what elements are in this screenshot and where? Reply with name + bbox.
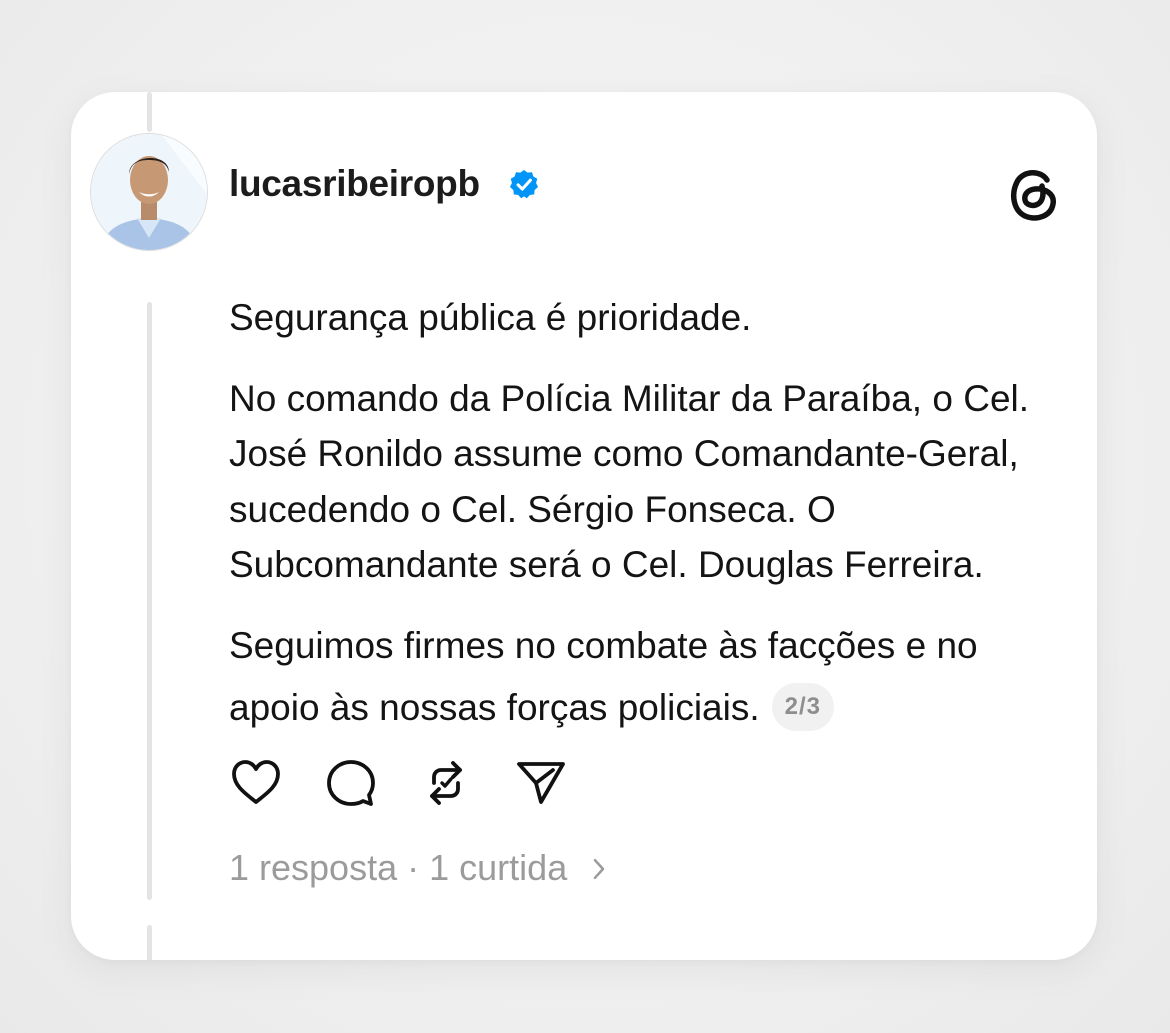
reply-count: 1 resposta — [229, 847, 398, 888]
share-button[interactable] — [514, 756, 568, 810]
username[interactable]: lucasribeiropb — [229, 162, 480, 206]
repost-button[interactable] — [419, 756, 473, 810]
post-stats-link[interactable]: 1 resposta · 1 curtida — [229, 846, 607, 892]
post-text: Segurança pública é prioridade. No coman… — [229, 290, 1079, 743]
comment-icon — [327, 760, 375, 806]
thread-post-card: lucasribeiropb Segurança pública é prior… — [71, 92, 1097, 960]
post-paragraph-line: apoio às nossas forças policiais. 2/3 — [229, 673, 1079, 743]
threads-logo-icon[interactable] — [1007, 164, 1061, 222]
thread-connector-top — [147, 92, 152, 132]
post-paragraph: Seguimos firmes no combate às facções e … — [229, 618, 1079, 744]
thread-connector-bottom — [147, 925, 152, 960]
post-paragraph-line: Seguimos firmes no combate às facções e … — [229, 624, 978, 666]
thread-page-indicator: 2/3 — [771, 683, 834, 732]
post-paragraph: Segurança pública é prioridade. — [229, 297, 752, 338]
send-icon — [517, 762, 565, 804]
avatar[interactable] — [91, 134, 207, 250]
avatar-image — [91, 134, 207, 250]
repost-icon — [430, 761, 462, 805]
stats-separator: · — [407, 847, 420, 888]
post-paragraph-line-text: apoio às nossas forças policiais. — [229, 687, 760, 728]
post-paragraph: No comando da Polícia Militar da Paraíba… — [229, 377, 1030, 586]
like-count: 1 curtida — [429, 847, 568, 888]
verified-badge-icon — [507, 167, 541, 201]
heart-icon — [232, 760, 280, 804]
thread-connector-line — [147, 302, 152, 900]
reply-button[interactable] — [324, 756, 378, 810]
like-button[interactable] — [229, 756, 283, 810]
chevron-right-icon — [591, 848, 607, 892]
